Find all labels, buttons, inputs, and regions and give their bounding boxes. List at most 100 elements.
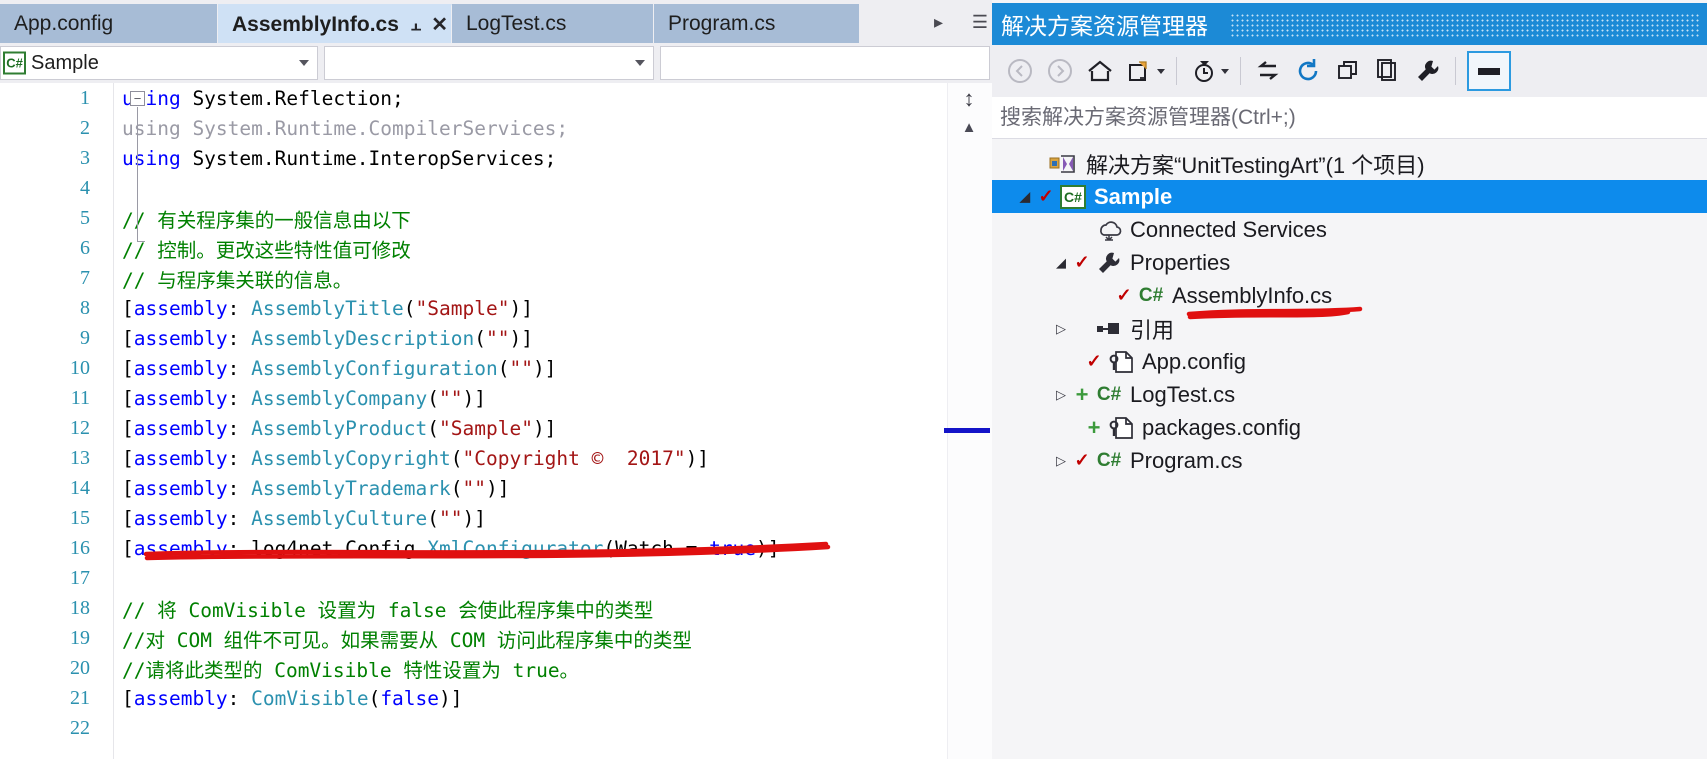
tree-item-label: 引用 xyxy=(1130,317,1175,343)
source-control-checkin-icon: ✓ xyxy=(1074,450,1090,470)
line-number: 22 xyxy=(70,716,90,739)
csharp-file-icon: C# xyxy=(1092,384,1126,406)
sync-with-active-document-icon[interactable] xyxy=(1120,51,1160,91)
code-line[interactable]: 16 [assembly: log4net.Config.XmlConfigura… xyxy=(0,533,940,563)
solution-explorer-toolbar xyxy=(992,45,1707,97)
tree-item-properties[interactable]: ◢ ✓ Properties xyxy=(992,246,1707,279)
editor-tab-strip: App.config AssemblyInfo.cs ⫠ ✕ LogTest.cs Pro… xyxy=(0,0,992,43)
title-bar-drag-texture xyxy=(1230,13,1700,39)
line-number: 11 xyxy=(70,386,90,409)
code-line[interactable]: 12 [assembly: AssemblyProduct("Sample")] xyxy=(0,413,940,443)
pending-changes-filter-icon[interactable] xyxy=(1184,51,1224,91)
solution-explorer-pane: 解决方案资源管理器 解决方案“UnitTestingArt”(1 个项目)◢✓C… xyxy=(992,0,1707,759)
editor-tab-logtest-cs[interactable]: LogTest.cs xyxy=(452,4,654,43)
csharp-label: C# xyxy=(1096,383,1122,405)
extra-dropdown[interactable] xyxy=(660,46,990,80)
member-dropdown[interactable] xyxy=(324,46,654,80)
code-text: // 与程序集关联的信息。 xyxy=(122,268,353,292)
code-line[interactable]: 2 using System.Runtime.CompilerServices; xyxy=(0,113,940,143)
expander-open-icon[interactable]: ◢ xyxy=(1014,189,1036,205)
tree-item-connected-services[interactable]: Connected Services xyxy=(992,213,1707,246)
filter-dropdown-caret-icon[interactable] xyxy=(1221,68,1229,74)
home-icon[interactable] xyxy=(1080,51,1120,91)
code-line[interactable]: 11 [assembly: AssemblyCompany("")] xyxy=(0,383,940,413)
solution-explorer-search[interactable] xyxy=(992,97,1707,139)
tree-item-label: packages.config xyxy=(1142,414,1301,440)
code-line[interactable]: 5 // 有关程序集的一般信息由以下 xyxy=(0,203,940,233)
tree-item-app-config[interactable]: ✓ App.config xyxy=(992,345,1707,378)
code-text: [assembly: AssemblyCompany("")] xyxy=(122,386,486,410)
tree-item-assemblyinfo-cs[interactable]: ✓ C# AssemblyInfo.cs xyxy=(992,279,1707,312)
sync-dropdown-caret-icon[interactable] xyxy=(1157,68,1165,74)
collapse-all-icon[interactable] xyxy=(1328,51,1368,91)
code-line[interactable]: 20 //请将此类型的 ComVisible 特性设置为 true。 xyxy=(0,653,940,683)
editor-navigation-bar: C# Sample xyxy=(0,43,992,83)
code-surface[interactable]: 1 using System.Reflection; 2 using System.R… xyxy=(0,83,992,759)
editor-tab-program-cs[interactable]: Program.cs xyxy=(654,4,860,43)
tree-item-logtest-cs[interactable]: ▷ + C# LogTest.cs xyxy=(992,378,1707,411)
outline-bar xyxy=(137,107,138,241)
code-text: [assembly: AssemblyConfiguration("")] xyxy=(122,356,557,380)
code-line[interactable]: 19 //对 COM 组件不可见。如果需要从 COM 访问此程序集中的类型 xyxy=(0,623,940,653)
refresh-icon[interactable] xyxy=(1288,51,1328,91)
expander-open-icon[interactable]: ◢ xyxy=(1050,255,1072,271)
code-line[interactable]: 13 [assembly: AssemblyCopyright("Copyrigh… xyxy=(0,443,940,473)
tab-overflow-controls[interactable]: ▸ ☰ xyxy=(934,6,988,38)
expander-closed-icon[interactable]: ▷ xyxy=(1050,387,1072,403)
source-control-add-icon: + xyxy=(1075,381,1089,407)
code-line[interactable]: 4 xyxy=(0,173,940,203)
code-line[interactable]: 10 [assembly: AssemblyConfiguration("")] xyxy=(0,353,940,383)
chevron-down-icon[interactable]: ☰ xyxy=(972,13,988,31)
view-toggle-icon[interactable] xyxy=(1467,51,1511,91)
config-file-icon xyxy=(1104,415,1138,441)
tree-item-sample[interactable]: ◢ ✓ C# Sample xyxy=(992,180,1707,213)
tree-item-packages-config[interactable]: + packages.config xyxy=(992,411,1707,444)
chevron-right-icon[interactable]: ▸ xyxy=(934,13,943,31)
source-control-checkin-icon: ✓ xyxy=(1086,351,1102,371)
type-dropdown[interactable]: C# Sample xyxy=(0,46,318,80)
type-dropdown-value: Sample xyxy=(31,51,99,74)
tree-item-引用[interactable]: ▷ 引用 xyxy=(992,312,1707,345)
code-text: using System.Runtime.CompilerServices; xyxy=(122,116,569,140)
code-text: [assembly: AssemblyCopyright("Copyright … xyxy=(122,446,710,470)
pin-icon[interactable]: ⫠ xyxy=(411,16,421,33)
code-line[interactable]: 6 // 控制。更改这些特性值可修改 xyxy=(0,233,940,263)
references-icon xyxy=(1092,316,1126,342)
show-all-files-icon[interactable] xyxy=(1248,51,1288,91)
code-text: [assembly: ComVisible(false)] xyxy=(122,686,463,710)
csharp-label: C# xyxy=(1138,284,1164,306)
collapse-outline-icon[interactable]: − xyxy=(130,91,145,106)
code-line[interactable]: 17 xyxy=(0,563,940,593)
code-line[interactable]: 15 [assembly: AssemblyCulture("")] xyxy=(0,503,940,533)
preview-selected-items-icon[interactable] xyxy=(1368,51,1408,91)
expander-closed-icon[interactable]: ▷ xyxy=(1050,321,1072,337)
editor-tab-assemblyinfo-cs[interactable]: AssemblyInfo.cs ⫠ ✕ xyxy=(218,4,452,43)
expander-closed-icon[interactable]: ▷ xyxy=(1050,453,1072,469)
tree-item-program-cs[interactable]: ▷ ✓ C# Program.cs xyxy=(992,444,1707,477)
code-line[interactable]: 8 [assembly: AssemblyTitle("Sample")] xyxy=(0,293,940,323)
tree-item-解决方案-unittestingart-1-个项目-[interactable]: 解决方案“UnitTestingArt”(1 个项目) xyxy=(992,147,1707,180)
code-line[interactable]: 18 // 将 ComVisible 设置为 false 会使此程序集中的类型 xyxy=(0,593,940,623)
editor-vertical-scrollbar[interactable] xyxy=(947,83,992,759)
source-control-checkin-icon: ✓ xyxy=(1116,285,1132,305)
tree-item-label: App.config xyxy=(1142,348,1246,374)
properties-wrench-icon[interactable] xyxy=(1408,51,1448,91)
chevron-down-icon[interactable] xyxy=(635,60,645,66)
code-text: using System.Runtime.InteropServices; xyxy=(122,146,557,170)
close-icon[interactable]: ✕ xyxy=(431,15,448,35)
code-line[interactable]: 9 [assembly: AssemblyDescription("")] xyxy=(0,323,940,353)
tree-item-label: Program.cs xyxy=(1130,447,1243,473)
code-line[interactable]: 7 // 与程序集关联的信息。 xyxy=(0,263,940,293)
chevron-down-icon[interactable] xyxy=(299,60,309,66)
split-view-icon[interactable]: ↕ xyxy=(950,86,988,112)
triangle-up-icon[interactable]: ▲ xyxy=(950,115,988,139)
code-line[interactable]: 3 using System.Runtime.InteropServices; xyxy=(0,143,940,173)
code-line[interactable]: 14 [assembly: AssemblyTrademark("")] xyxy=(0,473,940,503)
toolbar-separator xyxy=(1455,57,1456,85)
line-number: 20 xyxy=(70,656,90,679)
search-input[interactable] xyxy=(1000,105,1690,130)
source-control-add-icon: + xyxy=(1087,414,1101,440)
code-line[interactable]: 21 [assembly: ComVisible(false)] xyxy=(0,683,940,713)
editor-tab-app-config[interactable]: App.config xyxy=(0,4,218,43)
code-line[interactable]: 22 xyxy=(0,713,940,743)
